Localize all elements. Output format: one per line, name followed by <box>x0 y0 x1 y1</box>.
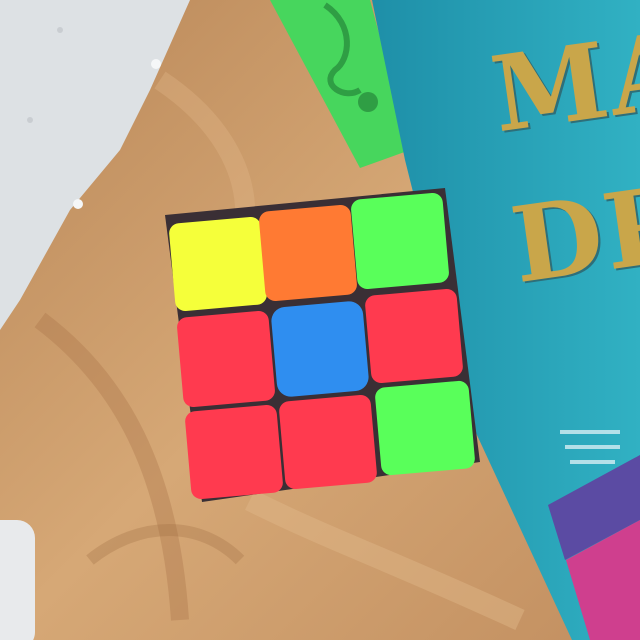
cube-sticker <box>259 204 357 302</box>
cube-sticker <box>271 301 369 397</box>
book-title-line-2: DR <box>504 160 640 307</box>
clothespin-hole <box>358 92 378 112</box>
cube-sticker <box>375 380 475 476</box>
cube-sticker <box>351 192 449 290</box>
napkin-dot <box>57 27 63 33</box>
cube-sticker <box>365 288 463 384</box>
napkin-dot <box>73 199 83 209</box>
napkin-dot <box>27 117 33 123</box>
cube-sticker <box>169 216 267 312</box>
phone-edge <box>0 520 35 640</box>
book-text-line <box>565 445 620 449</box>
cube-sticker <box>279 394 377 490</box>
cube-sticker <box>185 404 283 500</box>
book-text-line <box>560 430 620 434</box>
napkin-dot <box>151 59 161 69</box>
cube-sticker <box>177 310 275 408</box>
book-text-line <box>570 460 615 464</box>
